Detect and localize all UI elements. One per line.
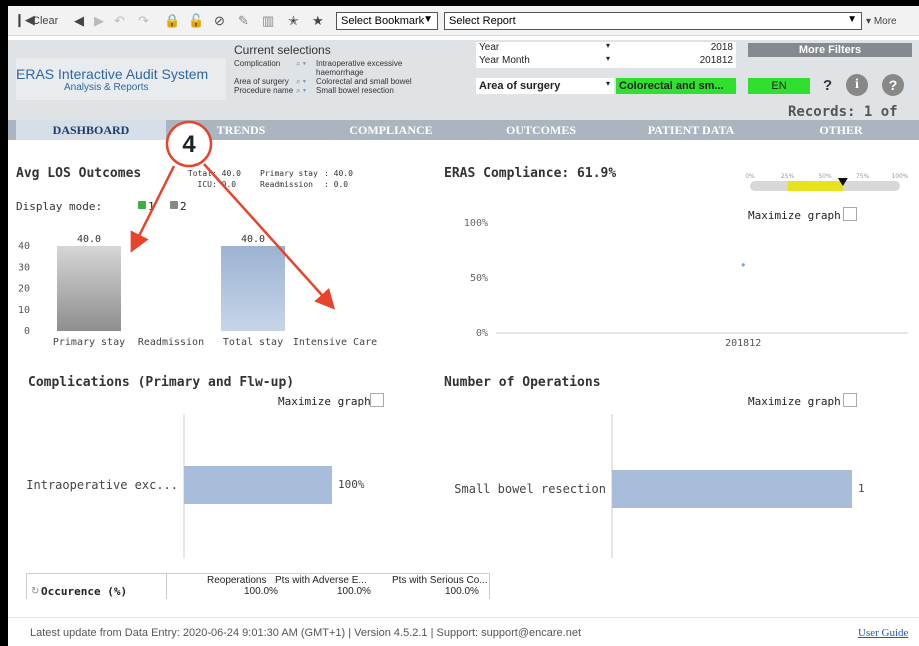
complications-maximize-label: Maximize graph <box>278 395 371 408</box>
current-selections-list: Complication ⌕ ▾ Intraoperative excessiv… <box>234 59 474 95</box>
occurrence-table: ↻ Occurence (%) Reoperations Pts with Ad… <box>26 573 490 599</box>
occurrence-value: 100.0% <box>244 586 278 597</box>
bookmark-add-icon[interactable]: ✭ <box>288 13 299 29</box>
annotation-overlay: 4 <box>130 120 336 310</box>
complications-title: Complications (Primary and Flw-up) <box>28 375 295 390</box>
operations-maximize-checkbox[interactable] <box>843 393 857 407</box>
operations-bar-chart: Small bowel resection 1 <box>454 414 865 558</box>
area-value: Colorectal and sm... <box>619 80 724 92</box>
report-select-label: Select Report <box>449 15 516 27</box>
year-month-label: Year Month <box>479 55 530 66</box>
more-menu[interactable]: ▾ More <box>866 14 897 30</box>
more-filters-button[interactable]: More Filters <box>748 43 912 57</box>
edit-icon[interactable]: ✎ <box>238 13 249 29</box>
forward-icon[interactable]: ▶ <box>94 13 104 29</box>
data-label: 100% <box>338 478 365 491</box>
footer-text: Latest update from Data Entry: 2020-06-2… <box>30 627 581 639</box>
y-tick-label: 0% <box>476 328 488 339</box>
year-value: 2018 <box>710 42 733 53</box>
x-tick-label: Intensive Care <box>293 337 377 348</box>
bookmark-select[interactable]: Select Bookmark ▼ <box>336 12 438 30</box>
back-icon[interactable]: ◀ <box>74 13 84 29</box>
lock-icon[interactable]: 🔒 <box>164 13 180 29</box>
year-month-value: 201812 <box>699 55 733 66</box>
area-of-surgery-value[interactable]: Colorectal and sm... <box>616 78 736 94</box>
selection-row: Complication ⌕ ▾ Intraoperative excessiv… <box>234 59 474 77</box>
occurrence-value: 100.0% <box>337 586 371 597</box>
help-question[interactable]: ? <box>823 77 832 94</box>
selection-row: Area of surgery ⌕ ▾ Colorectal and small… <box>234 77 474 86</box>
operations-maximize-label: Maximize graph <box>748 395 841 408</box>
occurrence-cells: Reoperations Pts with Adverse E... Pts w… <box>167 574 489 599</box>
report-select[interactable]: Select Report ▼ <box>444 12 862 30</box>
occurrence-header-cell: ↻ Occurence (%) <box>27 574 167 599</box>
app-window: ❙◀ Clear ◀ ▶ ↶ ↷ 🔒 🔓 ⊘ ✎ ▥ ✭ ★ Select Bo… <box>8 6 919 646</box>
annotation-number: 4 <box>182 131 196 158</box>
y-tick-label: 0 <box>24 326 30 337</box>
search-icon[interactable]: ⌕ ▾ <box>296 59 316 77</box>
selection-row: Procedure name ⌕ ▾ Small bowel resection <box>234 86 474 95</box>
bar-complication <box>184 466 332 504</box>
current-selections-title: Current selections <box>234 43 331 57</box>
area-of-surgery-filter[interactable]: Area of surgery ▾ <box>476 78 614 94</box>
complications-bar-chart: Intraoperative exc... 100% <box>26 414 365 558</box>
bookmark-select-label: Select Bookmark <box>341 15 425 27</box>
selection-value: Colorectal and small bowel <box>316 77 412 86</box>
x-tick-label: 201812 <box>725 338 761 349</box>
bar-operation <box>612 470 852 508</box>
x-tick-label: Total stay <box>223 337 283 348</box>
language-button[interactable]: EN <box>748 78 810 94</box>
logo: ERAS Interactive Audit System Analysis &… <box>16 58 226 100</box>
chevron-down-icon: ▼ <box>423 14 433 25</box>
selection-field: Procedure name <box>234 86 294 95</box>
chevron-down-icon: ▼ <box>847 14 857 25</box>
bookmark-icon[interactable]: ★ <box>312 13 324 29</box>
clear-circle-icon[interactable]: ⊘ <box>214 13 225 29</box>
help-icon[interactable]: ? <box>882 74 904 96</box>
area-label: Area of surgery <box>479 80 561 92</box>
logo-title: ERAS Interactive Audit System <box>16 66 209 82</box>
search-icon[interactable]: ⌕ ▾ <box>296 86 316 95</box>
toolbar: ❙◀ Clear ◀ ▶ ↶ ↷ 🔒 🔓 ⊘ ✎ ▥ ✭ ★ Select Bo… <box>8 6 919 36</box>
logo-subtitle: Analysis & Reports <box>64 82 149 93</box>
data-label: 1 <box>858 482 865 495</box>
annotation-arrow-left <box>130 165 176 253</box>
x-tick-label: Readmission <box>138 337 204 348</box>
selection-field: Complication <box>234 59 281 68</box>
occurrence-col-header: Reoperations <box>207 575 267 586</box>
selection-value: Intraoperative excessive haemorrhage <box>316 59 403 77</box>
occurrence-value: 100.0% <box>445 586 479 597</box>
occurrence-col-header: Pts with Serious Co... <box>392 575 488 586</box>
year-month-filter[interactable]: Year Month ▾ <box>476 54 614 68</box>
user-guide-link[interactable]: User Guide <box>858 627 908 639</box>
unlock-icon[interactable]: 🔓 <box>188 13 204 29</box>
category-label: Small bowel resection <box>454 482 606 496</box>
chevron-down-icon: ▾ <box>605 79 610 88</box>
complications-maximize-checkbox[interactable] <box>370 393 384 407</box>
search-icon[interactable]: ⌕ ▾ <box>296 77 316 86</box>
chart-icon[interactable]: ▥ <box>262 13 274 29</box>
year-label: Year <box>479 42 500 53</box>
more-label: More <box>873 16 897 27</box>
year-value-box[interactable]: 2018 <box>614 42 736 55</box>
year-month-value-box[interactable]: 201812 <box>614 55 736 68</box>
info-icon[interactable]: i <box>846 74 868 96</box>
redo-icon[interactable]: ↷ <box>138 13 149 29</box>
cycle-icon[interactable]: ↻ <box>31 586 39 597</box>
clear-button[interactable]: Clear <box>32 13 58 29</box>
annotation-arrow-right <box>203 163 336 310</box>
occurrence-header-label: Occurence (%) <box>41 585 128 598</box>
selection-field: Area of surgery <box>234 77 289 86</box>
operations-title: Number of Operations <box>444 375 601 390</box>
chevron-down-icon: ▾ <box>605 54 610 63</box>
chevron-down-icon: ▾ <box>605 41 610 50</box>
occurrence-col-header: Pts with Adverse E... <box>275 575 367 586</box>
x-tick-label: Primary stay <box>53 337 125 348</box>
footer: Latest update from Data Entry: 2020-06-2… <box>8 617 919 646</box>
year-filter[interactable]: Year ▾ <box>476 41 614 55</box>
undo-icon[interactable]: ↶ <box>114 13 125 29</box>
selection-value: Small bowel resection <box>316 86 394 95</box>
category-label: Intraoperative exc... <box>26 478 178 492</box>
